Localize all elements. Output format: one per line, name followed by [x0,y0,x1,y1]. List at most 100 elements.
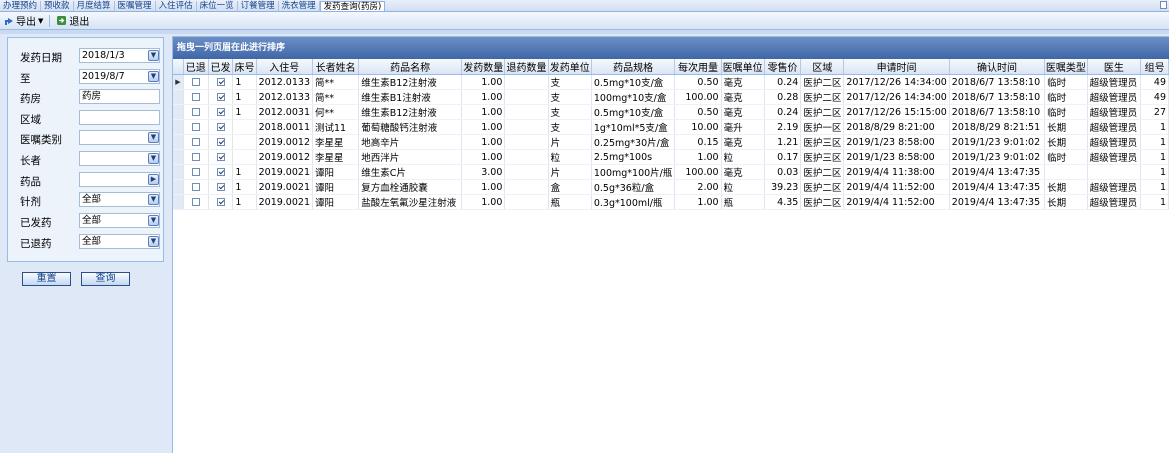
column-header[interactable]: 区域 [800,59,845,75]
column-header[interactable]: 床号 [232,59,257,75]
elder-field[interactable]: ▼ [79,151,160,166]
returned-checkbox[interactable] [191,138,200,146]
cell-dose: 100.00 [674,89,722,105]
table-row[interactable]: 1 2019.0021 谭阳 复方血栓通胶囊 1.00 盒 0.5g*36粒/盒 2.00 粒 3… [173,179,1169,195]
cell-spec: 100mg*100片/瓶 [591,164,676,180]
table-row[interactable]: 1 2012.0031 何** 维生素B12注射液 1.00 支 0.5mg*10支/盒 0.… [173,104,1169,120]
current-row-indicator-icon[interactable]: ▶ [173,74,184,90]
dispensed-checkbox[interactable] [216,138,225,146]
dispensed-field[interactable]: 全部 ▼ [79,213,160,228]
returned-checkbox[interactable] [191,108,200,116]
tab-7[interactable]: 洗衣管理 [279,1,320,11]
returned-checkbox[interactable] [191,198,200,206]
table-row[interactable]: 1 2019.0021 谭阳 盐酸左氧氟沙星注射液 1.00 瓶 0.3g*100ml/瓶 1… [173,194,1169,210]
dispensed-checkbox[interactable] [216,78,225,86]
column-header[interactable]: 已发 [208,59,234,75]
cell-qty: 1.00 [461,134,506,150]
row-selector[interactable] [173,134,184,150]
tab-1[interactable]: 预收款 [41,1,74,11]
column-header[interactable]: 药品名称 [358,59,463,75]
column-header[interactable]: 发药数量 [461,59,506,75]
dispensed-checkbox[interactable] [216,93,225,101]
dropdown-arrow-icon[interactable]: ▼ [148,236,159,247]
dropdown-arrow-icon[interactable]: ▼ [148,215,159,226]
table-row[interactable]: ▶ 1 2012.0133 简** 维生素B12注射液 1.00 支 0.5mg*10支/盒 0… [173,74,1169,90]
cell-bed: 1 [232,194,257,210]
column-header[interactable]: 医生 [1087,59,1142,75]
table-row[interactable]: 2019.0012 李星星 地西泮片 1.00 粒 2.5mg*100s 1.00 粒 0.17… [173,149,1169,165]
injection-field[interactable]: 全部 ▼ [79,192,160,207]
dispense-date-from-value: 2018/1/3 [82,50,125,61]
dispensed-checkbox[interactable] [216,198,225,206]
tab-0[interactable]: 办理预约 [0,1,42,11]
column-header[interactable]: 组号 [1140,59,1169,75]
returned-checkbox-cell [183,134,209,150]
tab-5[interactable]: 床位一览 [197,1,238,11]
column-header[interactable]: 零售价 [764,59,802,75]
dispensed-checkbox[interactable] [216,123,225,131]
window-restore-icon[interactable] [1160,1,1167,9]
column-header[interactable]: 医嘱类型 [1044,59,1088,75]
column-header[interactable]: 药品规格 [591,59,676,75]
returned-checkbox[interactable] [191,123,200,131]
returned-checkbox[interactable] [191,78,200,86]
column-header[interactable]: 医嘱单位 [721,59,765,75]
area-field[interactable] [79,110,160,125]
row-selector[interactable] [173,194,184,210]
row-selector[interactable] [173,149,184,165]
cell-order-type: 临时 [1044,89,1088,105]
dropdown-arrow-icon[interactable]: ▼ [148,194,159,205]
table-row[interactable]: 2019.0012 李星星 地高辛片 1.00 片 0.25mg*30片/盒 0.15 毫克 1… [173,134,1169,150]
tab-6[interactable]: 订餐管理 [238,1,279,11]
cell-confirm-time: 2019/4/4 13:47:35 [949,179,1046,195]
dispensed-checkbox[interactable] [216,168,225,176]
drug-field[interactable]: ▶ [79,172,160,187]
tab-2[interactable]: 月度结算 [74,1,115,11]
dispense-date-from-field[interactable]: 2018/1/3 ▼ [79,48,160,63]
cell-unit: 粒 [548,149,592,165]
exit-button[interactable]: 退出 [52,13,93,28]
returned-checkbox[interactable] [191,183,200,191]
table-row[interactable]: 1 2019.0021 谭阳 维生素C片 3.00 片 100mg*100片/瓶 100.00… [173,164,1169,180]
reset-button[interactable]: 重置 [22,272,71,286]
dispensed-checkbox[interactable] [216,183,225,191]
dropdown-arrow-icon[interactable]: ▼ [148,132,159,143]
row-selector[interactable] [173,89,184,105]
export-button[interactable]: 导出 ▼ [0,13,47,28]
returned-checkbox[interactable] [191,168,200,176]
tab-3[interactable]: 医嘱管理 [115,1,156,11]
table-row[interactable]: 2018.0011 测试11 葡萄糖酸钙注射液 1.00 支 1g*10ml*5支/盒 10… [173,119,1169,135]
returned-field[interactable]: 全部 ▼ [79,234,160,249]
pharmacy-field[interactable]: 药房 [79,89,160,104]
cell-drug: 维生素B12注射液 [358,74,463,90]
column-header[interactable]: 申请时间 [843,59,950,75]
dropdown-arrow-icon[interactable]: ▼ [148,153,159,164]
table-row[interactable]: 1 2012.0133 简** 维生素B1注射液 1.00 支 100mg*10支/盒 100… [173,89,1169,105]
row-selector[interactable] [173,179,184,195]
tab-4[interactable]: 入住评估 [156,1,197,11]
column-header[interactable]: 已退 [183,59,209,75]
column-header[interactable]: 确认时间 [949,59,1046,75]
column-header[interactable]: 发药单位 [548,59,592,75]
returned-checkbox[interactable] [191,153,200,161]
dispensed-checkbox[interactable] [216,108,225,116]
dispense-date-to-field[interactable]: 2019/8/7 ▼ [79,69,160,84]
row-selector[interactable] [173,164,184,180]
column-header[interactable]: 退药数量 [504,59,549,75]
dropdown-arrow-icon[interactable]: ▼ [148,50,159,61]
pharmacy-label: 药房 [20,93,41,105]
order-type-field[interactable]: ▼ [79,130,160,145]
cell-order-type: 长期 [1044,179,1088,195]
column-header[interactable]: 每次用量 [674,59,722,75]
area-label: 区域 [20,114,41,126]
query-button[interactable]: 查询 [81,272,130,286]
column-header[interactable]: 入住号 [256,59,313,75]
row-selector[interactable] [173,104,184,120]
returned-checkbox[interactable] [191,93,200,101]
browse-arrow-icon[interactable]: ▶ [148,174,159,185]
column-header[interactable]: 长者姓名 [312,59,360,75]
dropdown-arrow-icon[interactable]: ▼ [148,71,159,82]
row-selector[interactable] [173,119,184,135]
dispensed-checkbox[interactable] [216,153,225,161]
tab-8[interactable]: 发药查询(药房) [319,1,386,11]
